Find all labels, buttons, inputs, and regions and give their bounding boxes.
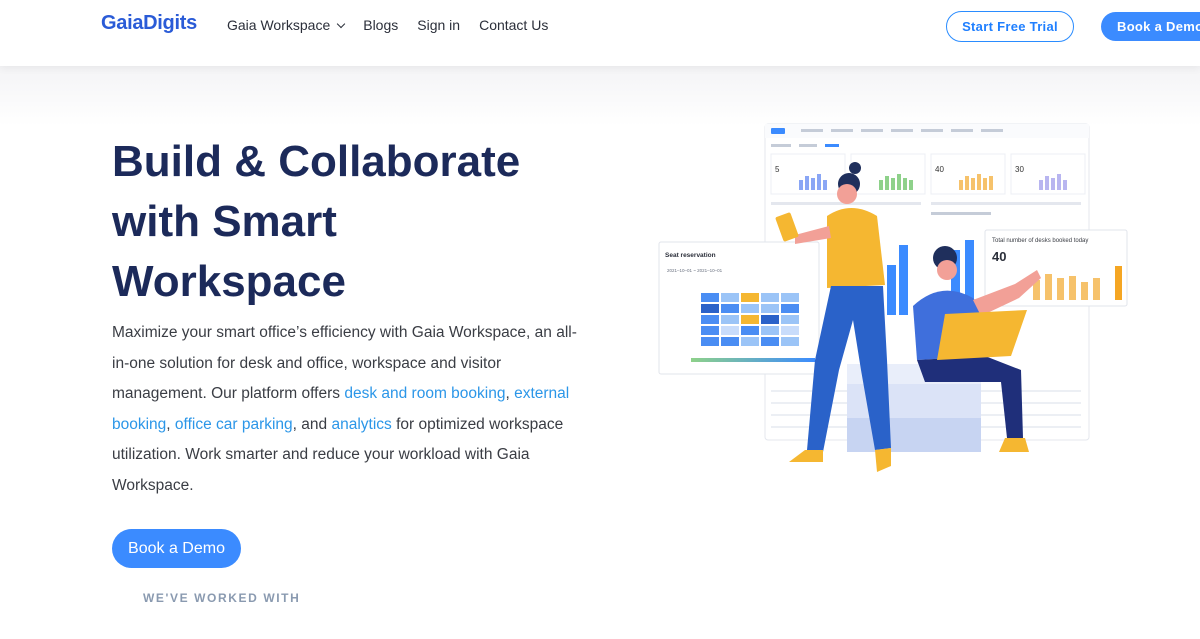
chevron-down-icon [336, 19, 346, 28]
hero-title-line: Build & Collaborate [112, 137, 521, 186]
desc-text: , and [292, 415, 332, 433]
hero-title-line: Workspace [112, 257, 346, 306]
kpi-value: 5 [775, 165, 780, 174]
kpi-card-value: 40 [992, 249, 1006, 264]
link-office-car-parking[interactable]: office car parking [175, 416, 293, 433]
worked-with-label: WE'VE WORKED WITH [143, 591, 301, 605]
nav-sign-in[interactable]: Sign in [417, 17, 460, 33]
desc-text: , [505, 385, 515, 402]
seat-card-date: 2021–10–01 ~ 2021–10–01 [667, 268, 723, 273]
nav-blogs[interactable]: Blogs [363, 17, 398, 33]
seat-heatmap [701, 293, 799, 346]
kpi-value: 30 [1015, 165, 1024, 174]
nav-contact-us[interactable]: Contact Us [479, 17, 548, 33]
kpi-value: 40 [935, 165, 944, 174]
kpi-card-title: Total number of desks booked today [992, 238, 1088, 244]
start-free-trial-button[interactable]: Start Free Trial [946, 11, 1074, 42]
desc-text: , [166, 415, 175, 433]
header-book-demo-button[interactable]: Book a Demo [1101, 12, 1200, 41]
hero-illustration: 5 40 30 Seat reservation 2021–10–01 ~ 20… [655, 120, 1135, 490]
hero-title: Build & Collaborate with Smart Workspace [112, 132, 582, 312]
nav-gaia-workspace[interactable]: Gaia Workspace [227, 17, 346, 33]
seat-card-title: Seat reservation [665, 252, 716, 259]
link-desk-room-booking[interactable]: desk and room booking [344, 385, 505, 402]
hero-title-line: with Smart [112, 197, 337, 246]
link-analytics[interactable]: analytics [331, 416, 391, 433]
logo[interactable]: GaiaDigits [101, 12, 197, 35]
site-header: GaiaDigits Gaia Workspace Blogs Sign in … [0, 0, 1200, 66]
hero-description: Maximize your smart office’s efficiency … [112, 318, 582, 501]
nav-gaia-workspace-label: Gaia Workspace [227, 17, 331, 33]
seat-reservation-card: Seat reservation 2021–10–01 ~ 2021–10–01 [658, 241, 820, 375]
dashboard-illustration: 5 40 30 Seat reservation 2021–10–01 ~ 20… [658, 123, 1128, 472]
hero-background [0, 66, 1200, 126]
hero-book-demo-button[interactable]: Book a Demo [112, 529, 241, 568]
main-nav: Gaia Workspace Blogs Sign in Contact Us [227, 17, 567, 33]
